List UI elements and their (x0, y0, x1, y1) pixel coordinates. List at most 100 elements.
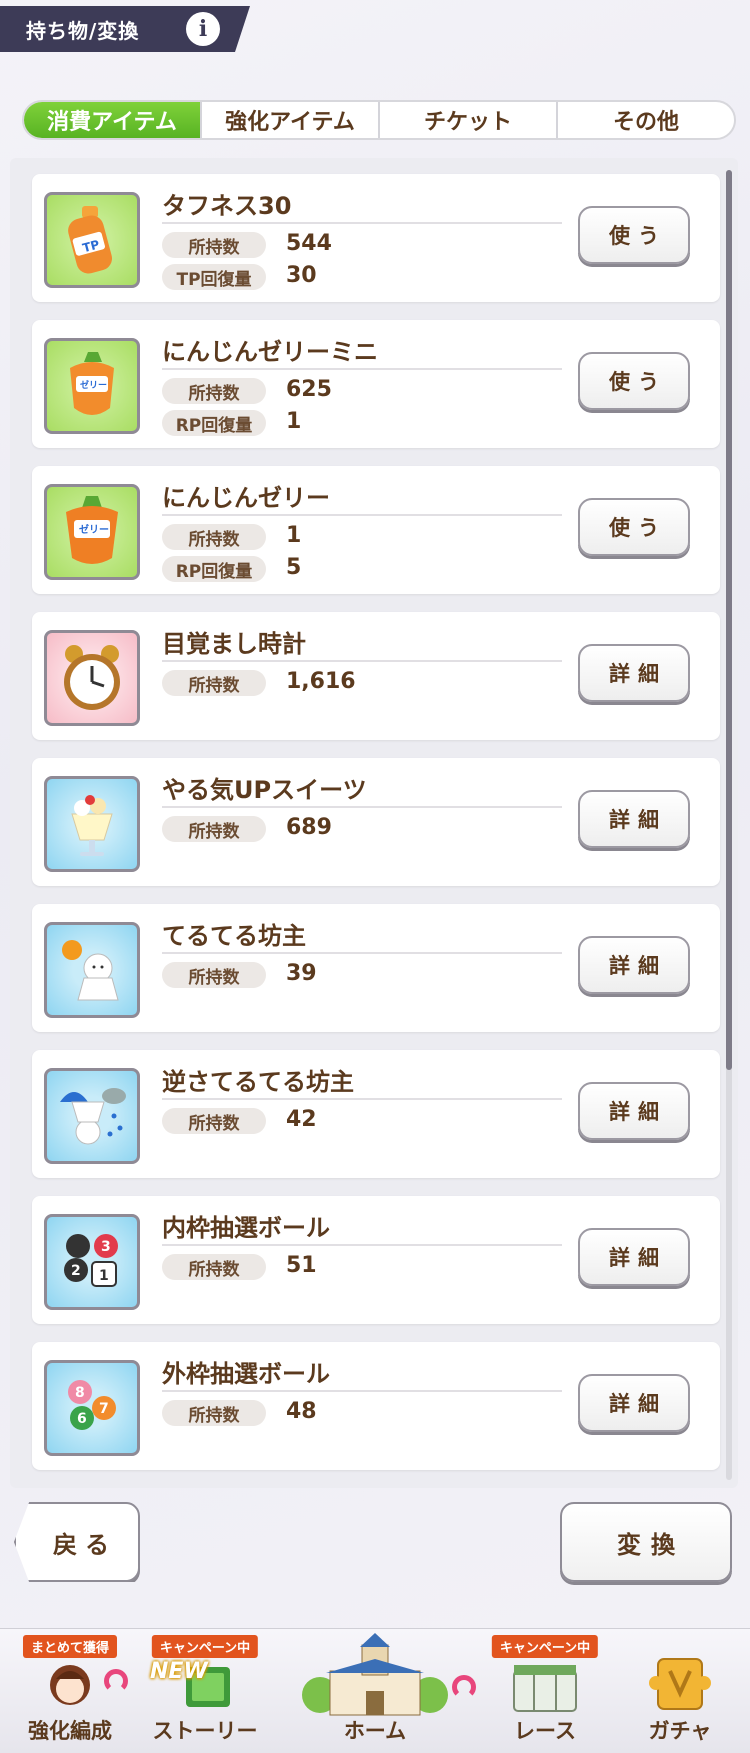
recovery-label: TP回復量 (162, 264, 266, 290)
use-button[interactable]: 使う (578, 206, 690, 264)
recovery-value: 5 (286, 555, 302, 580)
exchange-button[interactable]: 変換 (560, 1502, 732, 1582)
outer-lottery-balls-icon: 876 (44, 1360, 140, 1456)
nav-label: ストーリー (152, 1719, 258, 1743)
back-button[interactable]: 戻る (14, 1502, 140, 1582)
parfait-icon (44, 776, 140, 872)
list-item: 目覚まし時計 所持数 1,616 詳細 (32, 612, 720, 740)
nav-story[interactable]: キャンペーン中 NEW ストーリー (140, 1629, 270, 1753)
nav-race[interactable]: キャンペーン中 レース (480, 1629, 610, 1753)
quantity-label: 所持数 (162, 670, 266, 696)
nav-label: ホーム (343, 1719, 407, 1743)
detail-button[interactable]: 詳細 (578, 1082, 690, 1140)
detail-button[interactable]: 詳細 (578, 1374, 690, 1432)
divider (162, 952, 562, 954)
recovery-value: 1 (286, 409, 302, 434)
item-name: タフネス30 (162, 192, 292, 220)
quantity-value: 544 (286, 231, 332, 256)
divider (162, 514, 562, 516)
quantity-value: 42 (286, 1107, 317, 1132)
item-name: やる気UPスイーツ (162, 776, 367, 804)
nav-badge: キャンペーン中 (491, 1635, 599, 1658)
list-item: 876 外枠抽選ボール 所持数 48 詳細 (32, 1342, 720, 1470)
list-item: やる気UPスイーツ 所持数 689 詳細 (32, 758, 720, 886)
divider (162, 660, 562, 662)
detail-button[interactable]: 詳細 (578, 936, 690, 994)
nav-enhance[interactable]: まとめて獲得 強化編成 (0, 1629, 140, 1753)
nav-home[interactable]: ホーム (270, 1629, 480, 1753)
divider (162, 1244, 562, 1246)
recovery-value: 30 (286, 263, 317, 288)
nav-badge: キャンペーン中 (151, 1635, 259, 1658)
page-title: 持ち物/変換 (26, 18, 140, 43)
quantity-value: 48 (286, 1399, 317, 1424)
horseshoe-icon (104, 1669, 128, 1693)
detail-button[interactable]: 詳細 (578, 790, 690, 848)
inner-lottery-balls-icon: 2 3 1 (44, 1214, 140, 1310)
item-name: 逆さてるてる坊主 (162, 1068, 354, 1096)
info-icon[interactable]: i (186, 12, 220, 46)
quantity-label: 所持数 (162, 816, 266, 842)
quantity-label: 所持数 (162, 1400, 266, 1426)
screen-header: 持ち物/変換 i (0, 6, 250, 52)
divider (162, 222, 562, 224)
teru-teru-bozu-icon (44, 922, 140, 1018)
svg-text:3: 3 (101, 1239, 111, 1255)
recovery-label: RP回復量 (162, 556, 266, 582)
detail-button[interactable]: 詳細 (578, 644, 690, 702)
nav-badge: まとめて獲得 (22, 1635, 118, 1658)
use-button[interactable]: 使う (578, 352, 690, 410)
svg-text:2: 2 (71, 1263, 81, 1279)
gacha-emblem-icon (649, 1658, 711, 1710)
quantity-value: 39 (286, 961, 317, 986)
list-item: てるてる坊主 所持数 39 詳細 (32, 904, 720, 1032)
race-gate-icon (513, 1665, 577, 1712)
divider (162, 1098, 562, 1100)
bottom-nav: まとめて獲得 強化編成 キャンペーン中 NEW ストーリー ホーム キャンペーン… (0, 1628, 750, 1753)
tab-tickets[interactable]: チケット (378, 102, 556, 138)
nav-gacha[interactable]: ガチャ (610, 1629, 750, 1753)
item-name: 内枠抽選ボール (162, 1214, 330, 1242)
category-tabs: 消費アイテム 強化アイテム チケット その他 (22, 100, 736, 140)
carrot-jelly-icon: ゼリー (44, 484, 140, 580)
quantity-value: 1 (286, 523, 302, 548)
quantity-value: 625 (286, 377, 332, 402)
quantity-label: 所持数 (162, 1108, 266, 1134)
tab-consumables[interactable]: 消費アイテム (24, 102, 200, 138)
svg-text:7: 7 (99, 1401, 109, 1417)
rain-teru-teru-bozu-icon (44, 1068, 140, 1164)
character-icon (50, 1665, 90, 1705)
tab-other[interactable]: その他 (556, 102, 734, 138)
svg-text:1: 1 (99, 1268, 109, 1284)
quantity-label: 所持数 (162, 962, 266, 988)
divider (162, 806, 562, 808)
carrot-jelly-mini-icon: ゼリー (44, 338, 140, 434)
list-item: 逆さてるてる坊主 所持数 42 詳細 (32, 1050, 720, 1178)
item-name: 目覚まし時計 (162, 630, 306, 658)
tp-bottle-icon: TP (44, 192, 140, 288)
divider (162, 368, 562, 370)
nav-label: ガチャ (648, 1719, 712, 1743)
use-button[interactable]: 使う (578, 498, 690, 556)
tab-enhancement[interactable]: 強化アイテム (200, 102, 378, 138)
quantity-label: 所持数 (162, 1254, 266, 1280)
nav-label: 強化編成 (28, 1719, 112, 1743)
school-building-icon (302, 1633, 448, 1716)
recovery-label: RP回復量 (162, 410, 266, 436)
item-name: 外枠抽選ボール (162, 1360, 330, 1388)
item-name: にんじんゼリー (162, 484, 330, 512)
list-item: ゼリー にんじんゼリー 所持数 1 RP回復量 5 使う (32, 466, 720, 594)
detail-button[interactable]: 詳細 (578, 1228, 690, 1286)
svg-text:ゼリー: ゼリー (80, 379, 107, 391)
item-list: TP タフネス30 所持数 544 TP回復量 30 使う ゼリー にんじんゼリ… (10, 158, 738, 1488)
quantity-label: 所持数 (162, 378, 266, 404)
divider (162, 1390, 562, 1392)
scrollbar-thumb[interactable] (726, 170, 732, 1070)
list-item: 2 3 1 内枠抽選ボール 所持数 51 詳細 (32, 1196, 720, 1324)
quantity-value: 689 (286, 815, 332, 840)
horseshoe-icon (452, 1675, 476, 1699)
new-badge: NEW (150, 1659, 208, 1684)
alarm-clock-icon (44, 630, 140, 726)
quantity-value: 1,616 (286, 669, 356, 694)
svg-text:6: 6 (77, 1411, 87, 1427)
